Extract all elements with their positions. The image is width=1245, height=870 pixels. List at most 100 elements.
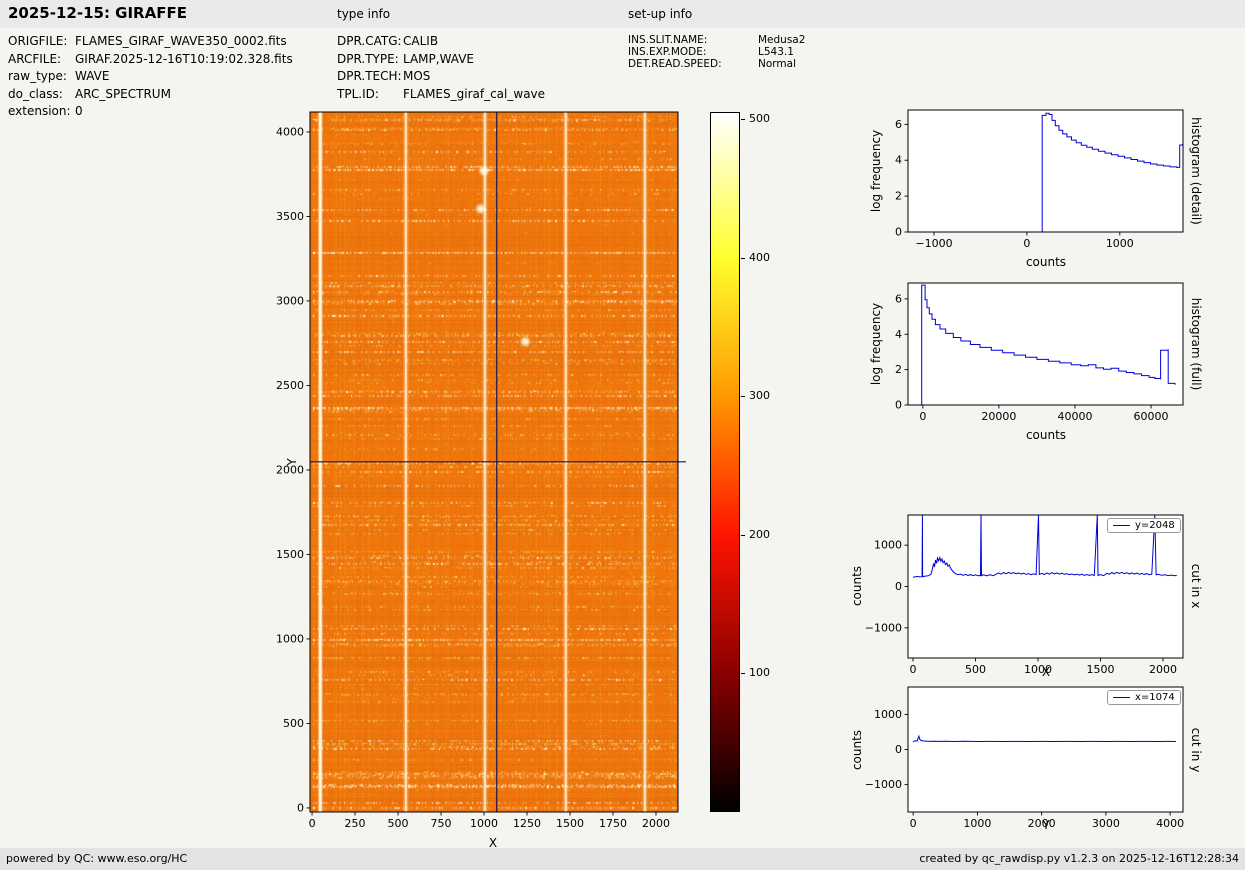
- svg-text:2000: 2000: [642, 817, 670, 830]
- colorbar-tick-label: 300: [749, 389, 770, 403]
- svg-text:0: 0: [919, 410, 926, 423]
- meta-value: Medusa2: [758, 34, 806, 46]
- meta-value: LAMP,WAVE: [403, 51, 475, 66]
- meta-label: INS.SLIT.NAME:: [628, 34, 708, 46]
- meta-value: MOS: [403, 69, 431, 83]
- colorbar-tick-mark: [741, 534, 745, 536]
- svg-text:1000: 1000: [963, 817, 991, 830]
- meta-label: do_class:: [8, 86, 63, 101]
- cut-in-y-ylabel: counts: [850, 729, 864, 771]
- svg-text:500: 500: [388, 817, 409, 830]
- svg-text:4: 4: [895, 328, 902, 341]
- svg-text:4: 4: [895, 154, 902, 167]
- histogram-full-plot: 0 20000 40000 60000 0 2 4 6: [858, 273, 1198, 438]
- svg-text:60000: 60000: [1134, 410, 1169, 423]
- meta-row: INS.EXP.MODE: L543.1: [628, 46, 805, 58]
- meta-label: DPR.TECH:: [337, 69, 402, 83]
- type-info-heading: type info: [337, 7, 391, 21]
- meta-value: FLAMES_giraf_cal_wave: [403, 86, 546, 101]
- meta-row: TPL.ID: FLAMES_giraf_cal_wave: [337, 86, 545, 104]
- footer-left-text: powered by QC: www.eso.org/HC: [6, 852, 188, 865]
- svg-text:500: 500: [283, 717, 304, 730]
- meta-row: INS.SLIT.NAME: Medusa2: [628, 34, 805, 46]
- histogram-detail-xlabel: counts: [1025, 255, 1067, 269]
- meta-label: ORIGFILE:: [8, 34, 68, 48]
- meta-value: GIRAF.2025-12-16T10:19:02.328.fits: [75, 51, 293, 66]
- svg-text:0: 0: [910, 817, 917, 830]
- meta-row: raw_type: WAVE: [8, 68, 293, 86]
- svg-text:0: 0: [895, 399, 902, 412]
- svg-text:4000: 4000: [1156, 817, 1184, 830]
- svg-text:4000: 4000: [276, 125, 304, 138]
- meta-value: L543.1: [758, 46, 794, 58]
- svg-text:3000: 3000: [1092, 817, 1120, 830]
- svg-text:1500: 1500: [556, 817, 584, 830]
- histogram-full-xlabel: counts: [1025, 428, 1067, 442]
- cut-in-x-right-label: cut in x: [1189, 563, 1203, 609]
- histogram-full-ylabel: log frequency: [869, 302, 883, 386]
- svg-text:0: 0: [895, 743, 902, 756]
- svg-text:1250: 1250: [513, 817, 541, 830]
- meta-row: DET.READ.SPEED: Normal: [628, 58, 805, 70]
- svg-text:0: 0: [309, 817, 316, 830]
- svg-text:1000: 1000: [1106, 237, 1134, 250]
- histogram-detail-axes: −1000 0 1000 0 2 4 6: [895, 109, 1184, 250]
- setup-info-block: INS.SLIT.NAME: Medusa2 INS.EXP.MODE: L543.…: [628, 34, 805, 70]
- cut-in-x-legend: y=2048: [1107, 518, 1181, 533]
- meta-value: CALIB: [403, 34, 439, 48]
- meta-row: do_class: ARC_SPECTRUM: [8, 86, 293, 104]
- colorbar-tick-label: 400: [749, 250, 770, 264]
- meta-row: DPR.TECH:MOS: [337, 68, 545, 86]
- svg-text:0: 0: [895, 226, 902, 239]
- meta-value: 0: [75, 104, 83, 118]
- legend-label: x=1074: [1135, 692, 1175, 703]
- meta-row: ORIGFILE: FLAMES_GIRAF_WAVE350_0002.fits: [8, 33, 293, 51]
- page-title: 2025-12-15: GIRAFFE: [8, 4, 187, 22]
- file-info-block: ORIGFILE: FLAMES_GIRAF_WAVE350_0002.fits …: [8, 33, 293, 121]
- colorbar-tick-label: 200: [749, 527, 770, 541]
- histogram-detail-ylabel: log frequency: [869, 129, 883, 213]
- svg-text:−1000: −1000: [915, 237, 952, 250]
- svg-text:750: 750: [431, 817, 452, 830]
- raw-image-axes: 0 250 500 750 1000 1250 1500 1750 2000 0 500 1000 15…: [276, 111, 686, 830]
- svg-text:0: 0: [895, 580, 902, 593]
- svg-text:2500: 2500: [276, 379, 304, 392]
- histogram-detail-plot: −1000 0 1000 0 2 4 6: [858, 100, 1198, 265]
- meta-row: extension: 0: [8, 103, 293, 121]
- svg-text:250: 250: [345, 817, 366, 830]
- meta-label: INS.EXP.MODE:: [628, 46, 707, 58]
- svg-text:−1000: −1000: [865, 778, 902, 791]
- meta-row: DPR.TYPE: LAMP,WAVE: [337, 51, 545, 69]
- legend-line-sample: [1113, 525, 1130, 526]
- colorbar-gradient: [710, 112, 740, 812]
- svg-text:40000: 40000: [1057, 410, 1092, 423]
- colorbar: 100 200 300 400 500: [710, 112, 785, 814]
- meta-label: DET.READ.SPEED:: [628, 58, 722, 70]
- colorbar-tick-mark: [741, 396, 745, 398]
- raw-image-plot: 0 250 500 750 1000 1250 1500 1750 2000 0 500 1000 15…: [255, 104, 695, 864]
- histogram-detail-right-label: histogram (detail): [1189, 117, 1203, 225]
- meta-label: DPR.CATG:: [337, 34, 402, 48]
- cut-in-y-xlabel: Y: [1042, 818, 1050, 832]
- type-info-block: DPR.CATG:CALIB DPR.TYPE: LAMP,WAVE DPR.TE…: [337, 33, 545, 103]
- meta-row: DPR.CATG:CALIB: [337, 33, 545, 51]
- colorbar-tick-mark: [741, 118, 745, 120]
- meta-label: TPL.ID:: [337, 86, 379, 101]
- cut-in-y-right-label: cut in y: [1189, 727, 1203, 773]
- svg-text:0: 0: [1023, 237, 1030, 250]
- histogram-full-right-label: histogram (full): [1189, 297, 1203, 391]
- svg-text:3000: 3000: [276, 294, 304, 307]
- svg-text:3500: 3500: [276, 210, 304, 223]
- meta-value: ARC_SPECTRUM: [75, 86, 171, 101]
- header-bar: 2025-12-15: GIRAFFE type info set-up inf…: [0, 0, 1245, 28]
- svg-text:500: 500: [965, 663, 986, 676]
- svg-text:2000: 2000: [1149, 663, 1177, 676]
- meta-label: raw_type:: [8, 69, 67, 83]
- svg-text:1000: 1000: [470, 817, 498, 830]
- meta-label: extension:: [8, 104, 71, 118]
- svg-text:1500: 1500: [1087, 663, 1115, 676]
- meta-value: WAVE: [75, 69, 110, 83]
- colorbar-tick-label: 500: [749, 111, 770, 125]
- svg-text:2: 2: [895, 190, 902, 203]
- svg-text:2: 2: [895, 363, 902, 376]
